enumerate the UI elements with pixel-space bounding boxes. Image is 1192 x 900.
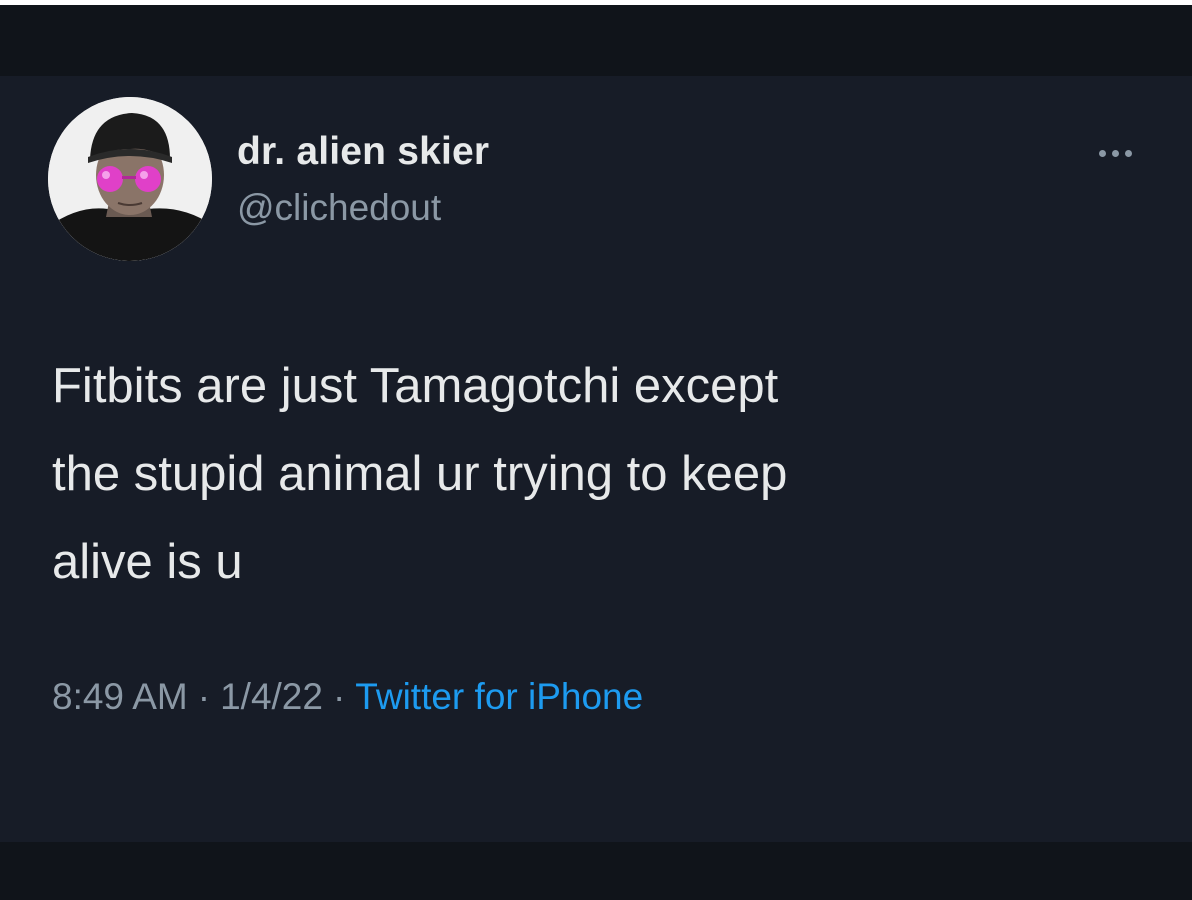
tweet-date[interactable]: 1/4/22: [220, 676, 323, 717]
separator: ·: [332, 676, 346, 717]
tweet-text: Fitbits are just Tamagotchi except the s…: [52, 342, 1132, 606]
tweet-source-link[interactable]: Twitter for iPhone: [355, 676, 643, 717]
tweet-card: dr. alien skier @clichedout Fitbits are …: [0, 76, 1192, 842]
tweet-text-line: Fitbits are just Tamagotchi except: [52, 359, 779, 413]
user-handle[interactable]: @clichedout: [237, 187, 441, 229]
separator: ·: [197, 676, 211, 717]
display-name[interactable]: dr. alien skier: [237, 130, 489, 174]
tweet-metadata: 8:49 AM · 1/4/22 · Twitter for iPhone: [52, 676, 643, 718]
screenshot-frame: dr. alien skier @clichedout Fitbits are …: [0, 5, 1192, 900]
ellipsis-icon[interactable]: [1088, 138, 1142, 168]
dot: [1124, 149, 1132, 157]
tweet-text-line: the stupid animal ur trying to keep: [52, 447, 788, 501]
dot: [1111, 149, 1119, 157]
tweet-text-line: alive is u: [52, 535, 243, 589]
avatar[interactable]: [48, 97, 212, 261]
profile-photo-avatar: [48, 97, 212, 261]
tweet-time[interactable]: 8:49 AM: [52, 676, 188, 717]
dot: [1098, 149, 1106, 157]
